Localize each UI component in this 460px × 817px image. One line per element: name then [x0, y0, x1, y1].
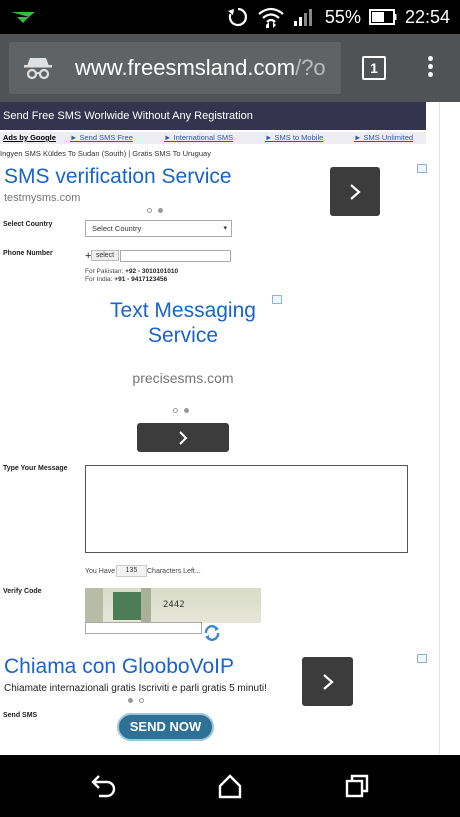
screen: 55% 22:54 www.freesmsland.com/?o 1 Send …: [0, 0, 460, 817]
send-label: Send SMS: [3, 712, 38, 719]
battery-icon: [368, 9, 397, 25]
address-bar[interactable]: www.freesmsland.com/?o: [9, 42, 341, 94]
chevron-right-icon: [322, 673, 334, 690]
chevron-right-icon: [350, 183, 361, 200]
phone-label: Phone Number: [3, 250, 53, 257]
chevron-down-icon: ▾: [223, 225, 227, 232]
ad-arrow-button[interactable]: [137, 423, 229, 452]
ad-title[interactable]: Text Messaging Service: [0, 298, 366, 348]
marquee-ticker[interactable]: Ingyen SMS Küldes To Sudan (South) | Gra…: [0, 149, 211, 158]
ads-by-google[interactable]: Ads by Google: [3, 132, 56, 144]
page-edge: [439, 102, 440, 755]
tab-switcher-icon[interactable]: 1: [362, 56, 386, 80]
send-now-button[interactable]: SEND NOW: [117, 713, 214, 741]
overflow-menu-icon[interactable]: [424, 54, 436, 82]
adchoices-icon[interactable]: [417, 654, 427, 663]
country-label: Select Country: [3, 221, 53, 228]
ad-arrow-button[interactable]: [302, 657, 353, 706]
ad-link-sms-to-mobile[interactable]: ► SMS to Mobile: [265, 132, 323, 144]
browser-toolbar: www.freesmsland.com/?o 1: [0, 34, 460, 102]
chevron-right-icon: [179, 430, 188, 445]
phone-number-input[interactable]: [120, 250, 231, 262]
ad-title[interactable]: SMS verification Service: [4, 165, 232, 189]
url-path: /?o: [295, 55, 326, 80]
ad-link-international-sms[interactable]: ► International SMS: [164, 132, 233, 144]
recents-icon[interactable]: [343, 772, 371, 800]
wifi-icon: [258, 7, 284, 28]
chars-left-count: 135: [116, 565, 147, 577]
navigation-bar: [0, 755, 460, 817]
rotate-icon: [227, 7, 247, 27]
site-header: Send Free SMS Worlwide Without Any Regis…: [0, 102, 426, 130]
incognito-icon: [24, 58, 52, 80]
ad-url[interactable]: precisesms.com: [0, 370, 366, 386]
ad-link-send-sms-free[interactable]: ► Send SMS Free: [70, 132, 133, 144]
incognito-icon: [11, 12, 35, 23]
url-host: www.freesmsland.com: [75, 55, 296, 80]
url-text[interactable]: www.freesmsland.com/?o: [75, 55, 339, 81]
refresh-icon[interactable]: [203, 624, 221, 642]
adchoices-icon[interactable]: [417, 164, 427, 173]
country-code-select[interactable]: select: [91, 250, 119, 261]
chars-prefix: You Have: [85, 568, 116, 575]
adchoices-icon[interactable]: [272, 295, 282, 304]
carousel-dots: [128, 698, 144, 703]
country-select-value: Select Country: [92, 224, 142, 233]
captcha-input[interactable]: [85, 622, 202, 634]
ad-arrow-button[interactable]: [330, 167, 380, 216]
home-icon[interactable]: [216, 772, 244, 800]
ad-text[interactable]: Chiamate internazionali gratis Iscriviti…: [4, 683, 267, 694]
captcha-image: 2442: [85, 588, 261, 623]
ad-title[interactable]: Chiama con GlooboVoIP: [4, 655, 234, 679]
captcha-text: 2442: [163, 600, 185, 610]
status-bar: 55% 22:54: [0, 0, 460, 34]
clock: 22:54: [404, 6, 450, 27]
web-page: Send Free SMS Worlwide Without Any Regis…: [0, 102, 460, 755]
hint-pakistan: For Pakistan: +92 - 3010101010: [85, 268, 179, 275]
hint-india: For India: +91 - 9417123456: [85, 276, 168, 283]
verify-code-label: Verify Code: [3, 588, 42, 595]
message-textarea[interactable]: [85, 465, 408, 553]
ad-url[interactable]: testmysms.com: [4, 192, 80, 204]
message-label: Type Your Message: [3, 465, 68, 472]
ad-link-sms-unlimited[interactable]: ► SMS Unlimited: [354, 132, 413, 144]
carousel-dots: [147, 208, 163, 213]
status-icons: 55% 22:54: [227, 0, 450, 34]
signal-icon: [293, 9, 312, 26]
country-select[interactable]: Select Country ▾: [85, 220, 232, 237]
battery-percent: 55%: [324, 6, 361, 27]
back-icon[interactable]: [89, 772, 117, 800]
ad-links-bar: Ads by Google ► Send SMS Free ► Internat…: [0, 132, 426, 144]
carousel-dots: [173, 408, 189, 413]
chars-suffix: Characters Left...: [147, 568, 201, 575]
